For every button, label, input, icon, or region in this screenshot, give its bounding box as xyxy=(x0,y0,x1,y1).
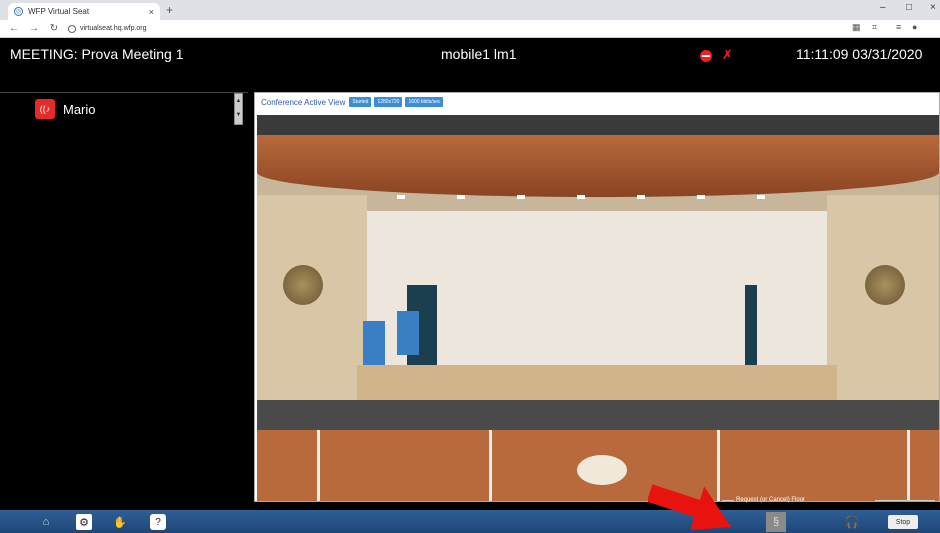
scene-light xyxy=(457,195,465,199)
headset-icon[interactable]: 🎧 xyxy=(844,514,860,530)
bottom-toolbar: ⌂ ⚙ ✋ ? § 🎧 Stop xyxy=(0,510,940,533)
scene-flag xyxy=(397,311,419,355)
current-user: mobile1 lm1 xyxy=(441,46,517,62)
scene-light xyxy=(517,195,525,199)
scroll-down-icon[interactable]: ▼ xyxy=(235,108,242,122)
floor-divider xyxy=(875,500,935,501)
scene-wall-right xyxy=(827,195,939,425)
reload-icon[interactable]: ↻ xyxy=(48,23,60,34)
profile-icon[interactable]: ● xyxy=(912,22,917,32)
close-window-button[interactable]: × xyxy=(930,2,936,13)
help-icon[interactable]: ? xyxy=(150,514,166,530)
scene-desk-seam xyxy=(317,430,320,501)
tab-title: WFP Virtual Seat xyxy=(28,7,90,16)
app-window: ◎ WFP Virtual Seat × + – □ × ← → ↻ virtu… xyxy=(0,0,940,533)
scene-desk-row xyxy=(257,400,939,430)
floor-strip xyxy=(254,502,940,510)
scene-curtain xyxy=(745,285,757,375)
status-badge: Started xyxy=(349,97,372,107)
media-icon[interactable]: ≡ xyxy=(896,22,901,32)
address-bar: ← → ↻ virtualseat.hq.wfp.org xyxy=(0,20,940,38)
scene-wood-ceiling xyxy=(257,135,939,197)
participant-name: Mario xyxy=(63,101,96,117)
wfp-logo xyxy=(577,455,627,485)
scroll-up-icon[interactable]: ▲ xyxy=(235,94,242,108)
meeting-title: MEETING: Prova Meeting 1 xyxy=(10,46,184,62)
scene-flag xyxy=(363,321,385,365)
home-icon[interactable]: ⌂ xyxy=(38,514,54,530)
raise-hand-icon[interactable]: ✋ xyxy=(112,514,128,530)
browser-tab-bar: ◎ WFP Virtual Seat × + – □ × xyxy=(0,0,940,20)
url-text: virtualseat.hq.wfp.org xyxy=(80,25,147,32)
floor-request-icon[interactable]: § xyxy=(766,512,786,532)
scene-medallion xyxy=(865,265,905,305)
participant-list: ((♪ Mario ▲ ▼ xyxy=(0,92,248,507)
reading-list-icon[interactable]: ⌗ xyxy=(872,22,877,33)
site-info-icon[interactable] xyxy=(68,24,76,33)
stop-button[interactable]: Stop xyxy=(888,515,918,529)
bitrate-badge: 1600 kbits/sec xyxy=(405,97,444,107)
new-tab-button[interactable]: + xyxy=(166,3,173,17)
participant-item[interactable]: ((♪ Mario xyxy=(35,99,96,119)
extension-icon[interactable]: ▦ xyxy=(852,22,861,33)
url-field[interactable]: virtualseat.hq.wfp.org xyxy=(68,24,147,33)
browser-tab[interactable]: ◎ WFP Virtual Seat × xyxy=(8,3,160,20)
forward-icon[interactable]: → xyxy=(28,23,40,34)
scene-wall-left xyxy=(257,195,367,425)
participant-scrollbar[interactable]: ▲ ▼ xyxy=(234,93,243,125)
gear-icon[interactable]: ⚙ xyxy=(76,514,92,530)
maximize-button[interactable]: □ xyxy=(906,2,912,13)
floor-request-label: Request (or Cancel) Floor xyxy=(736,497,806,503)
video-header: Conference Active View Started 1280x720 … xyxy=(261,97,446,107)
scene-light xyxy=(577,195,585,199)
mic-muted-icon[interactable]: ✗ xyxy=(722,47,733,63)
scene-light xyxy=(697,195,705,199)
minimize-button[interactable]: – xyxy=(880,2,886,13)
resolution-badge: 1280x720 xyxy=(374,97,403,107)
scene-medallion xyxy=(283,265,323,305)
speaking-icon: ((♪ xyxy=(35,99,55,119)
scene-light xyxy=(757,195,765,199)
conference-view: Conference Active View Started 1280x720 … xyxy=(254,92,940,502)
clock: 11:11:09 03/31/2020 xyxy=(796,46,923,62)
scene-desk-seam xyxy=(907,430,910,501)
scene-light xyxy=(637,195,645,199)
scene-desk-seam xyxy=(489,430,492,501)
video-label: Conference Active View xyxy=(261,97,346,107)
stop-icon[interactable] xyxy=(700,50,712,62)
video-stream xyxy=(257,115,939,501)
close-tab-icon[interactable]: × xyxy=(149,7,154,17)
back-icon[interactable]: ← xyxy=(8,23,20,34)
scene-light xyxy=(397,195,405,199)
meeting-header: MEETING: Prova Meeting 1 mobile1 lm1 ✗ 1… xyxy=(0,38,940,92)
annotation-arrow-icon xyxy=(648,484,732,530)
wfp-favicon-icon: ◎ xyxy=(14,7,23,16)
